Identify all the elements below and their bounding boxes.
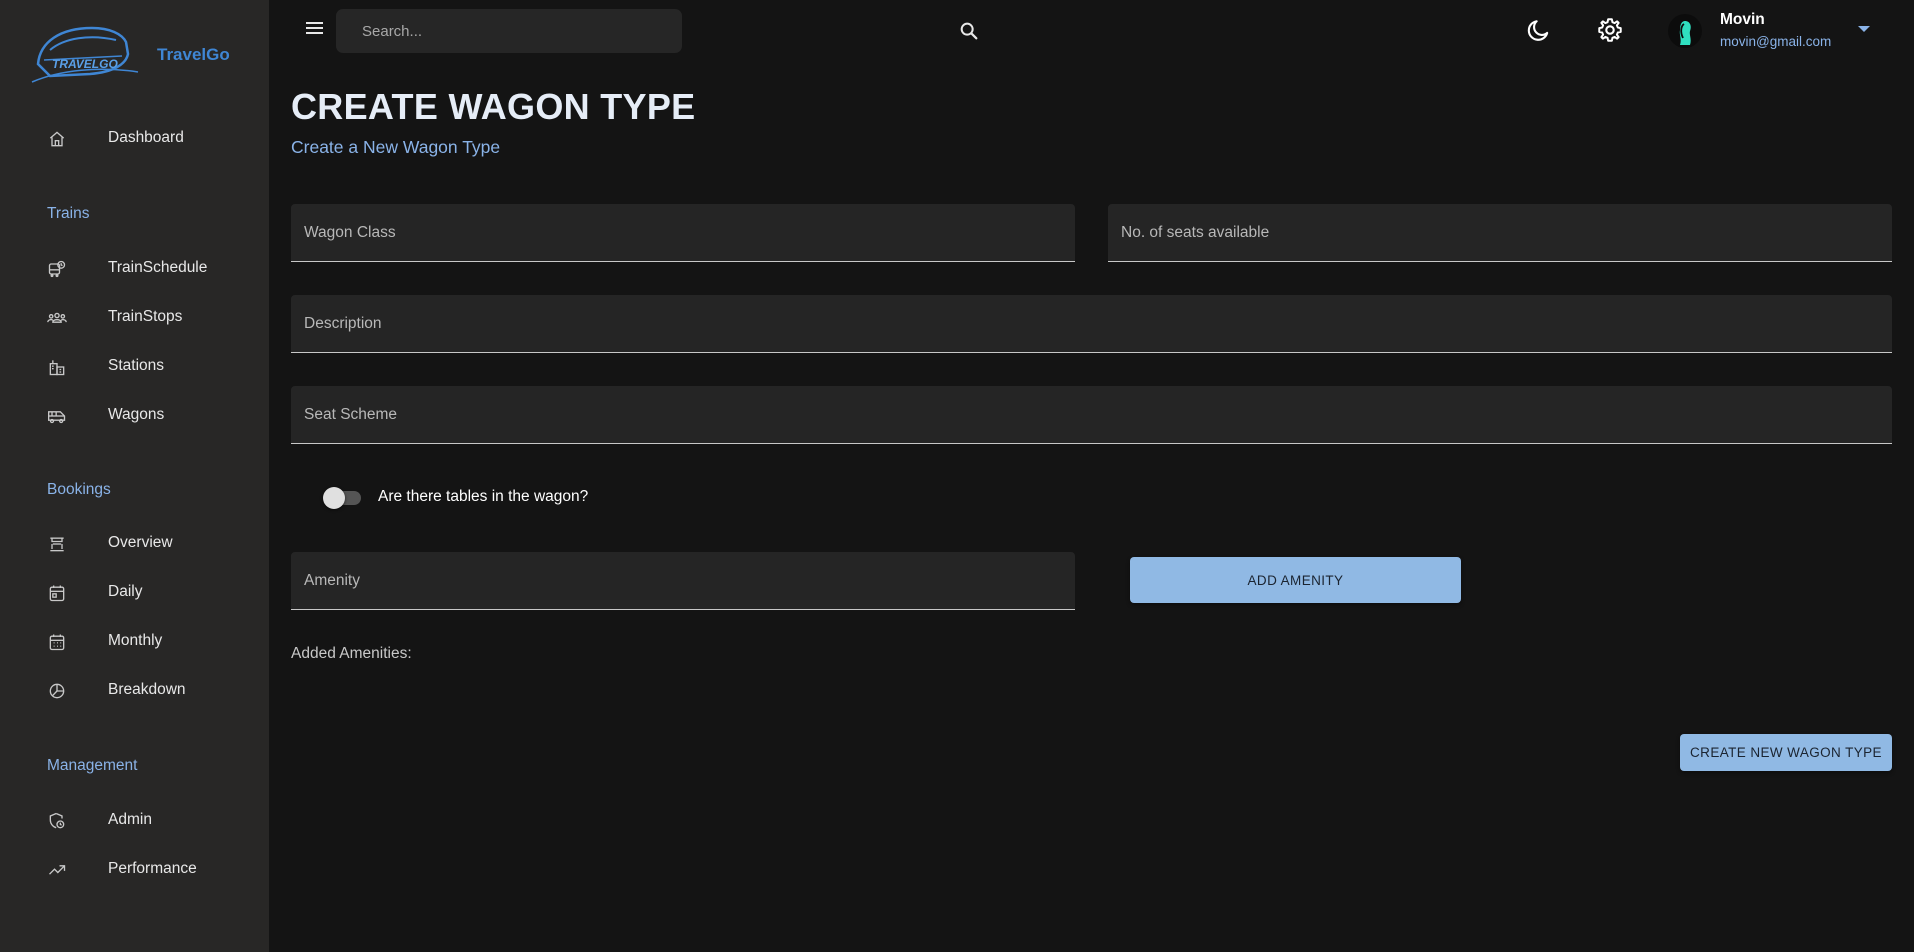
sidebar-item-label: Daily (108, 583, 143, 600)
sidebar-item-label: TrainSchedule (108, 259, 208, 276)
admin-shield-icon (46, 810, 68, 832)
search-box (336, 9, 978, 53)
sidebar-item-monthly[interactable]: Monthly (0, 621, 269, 661)
seat-scheme-field-container (291, 386, 1892, 444)
sidebar-item-performance[interactable]: Performance (0, 849, 269, 889)
sidebar-item-label: Overview (108, 534, 173, 551)
sidebar-item-admin[interactable]: Admin (0, 800, 269, 840)
create-wagon-type-button[interactable]: CREATE NEW WAGON TYPE (1680, 734, 1892, 771)
sidebar-item-daily[interactable]: Daily (0, 572, 269, 612)
tables-toggle[interactable] (323, 487, 365, 509)
sidebar-item-label: Admin (108, 811, 152, 828)
menu-toggle-button[interactable] (302, 19, 328, 43)
seats-available-input[interactable] (1121, 222, 1879, 244)
calendar-day-icon (46, 582, 68, 604)
station-building-icon (46, 356, 68, 378)
sidebar-item-label: Performance (108, 860, 197, 877)
sidebar-item-trainschedule[interactable]: TrainSchedule (0, 248, 269, 288)
wagon-icon (46, 405, 68, 427)
menu-icon-line (306, 22, 323, 24)
section-title-management: Management (47, 757, 138, 774)
home-icon (46, 128, 68, 150)
search-input[interactable] (362, 21, 622, 41)
user-name: Movin (1720, 11, 1765, 28)
avatar[interactable] (1668, 14, 1702, 48)
sidebar: TRAVELGO TravelGo Dashboard Trains Train… (0, 0, 269, 952)
sidebar-item-label: Stations (108, 357, 165, 374)
train-schedule-icon (46, 258, 68, 280)
sidebar-item-dashboard[interactable]: Dashboard (0, 118, 269, 158)
pie-chart-icon (46, 680, 68, 702)
amenity-field-container (291, 552, 1075, 610)
brand[interactable]: TRAVELGO TravelGo (30, 20, 230, 90)
calendar-month-icon (46, 631, 68, 653)
people-group-icon (46, 307, 68, 329)
amenity-input[interactable] (304, 570, 1062, 592)
gear-icon[interactable] (1596, 16, 1624, 44)
svg-text:TRAVELGO: TRAVELGO (52, 57, 118, 71)
sidebar-item-wagons[interactable]: Wagons (0, 395, 269, 435)
sidebar-item-overview[interactable]: Overview (0, 523, 269, 563)
description-field-container (291, 295, 1892, 353)
search-icon[interactable] (958, 20, 980, 42)
travelgo-logo: TRAVELGO (31, 26, 139, 83)
toggle-thumb (323, 487, 345, 509)
page-subtitle: Create a New Wagon Type (291, 137, 501, 157)
user-email: movin@gmail.com (1720, 34, 1832, 49)
chevron-down-icon[interactable] (1858, 26, 1870, 32)
seats-field-container (1108, 204, 1892, 262)
user-avatar-icon (1679, 21, 1691, 45)
sidebar-item-stations[interactable]: Stations (0, 346, 269, 386)
bank-icon (46, 533, 68, 555)
brand-name: TravelGo (157, 45, 230, 64)
page-title: CREATE WAGON TYPE (291, 86, 696, 127)
sidebar-item-label: Wagons (108, 406, 165, 423)
sidebar-item-label: Dashboard (108, 129, 184, 146)
trending-up-icon (46, 859, 68, 881)
wagon-class-input[interactable] (304, 222, 1062, 244)
sidebar-item-label: Monthly (108, 632, 163, 649)
description-input[interactable] (304, 313, 1879, 335)
tables-toggle-label: Are there tables in the wagon? (378, 488, 589, 505)
sidebar-item-label: Breakdown (108, 681, 186, 698)
add-amenity-button[interactable]: ADD AMENITY (1130, 557, 1461, 603)
added-amenities-label: Added Amenities: (291, 645, 412, 662)
menu-icon-line (306, 32, 323, 34)
sidebar-item-breakdown[interactable]: Breakdown (0, 670, 269, 710)
sidebar-item-label: TrainStops (108, 308, 183, 325)
menu-icon-line (306, 27, 323, 29)
seat-scheme-input[interactable] (304, 404, 1879, 426)
sidebar-item-trainstops[interactable]: TrainStops (0, 297, 269, 337)
section-title-trains: Trains (47, 205, 90, 222)
wagon-class-field-container (291, 204, 1075, 262)
section-title-bookings: Bookings (47, 481, 111, 498)
dark-mode-icon[interactable] (1525, 16, 1553, 44)
